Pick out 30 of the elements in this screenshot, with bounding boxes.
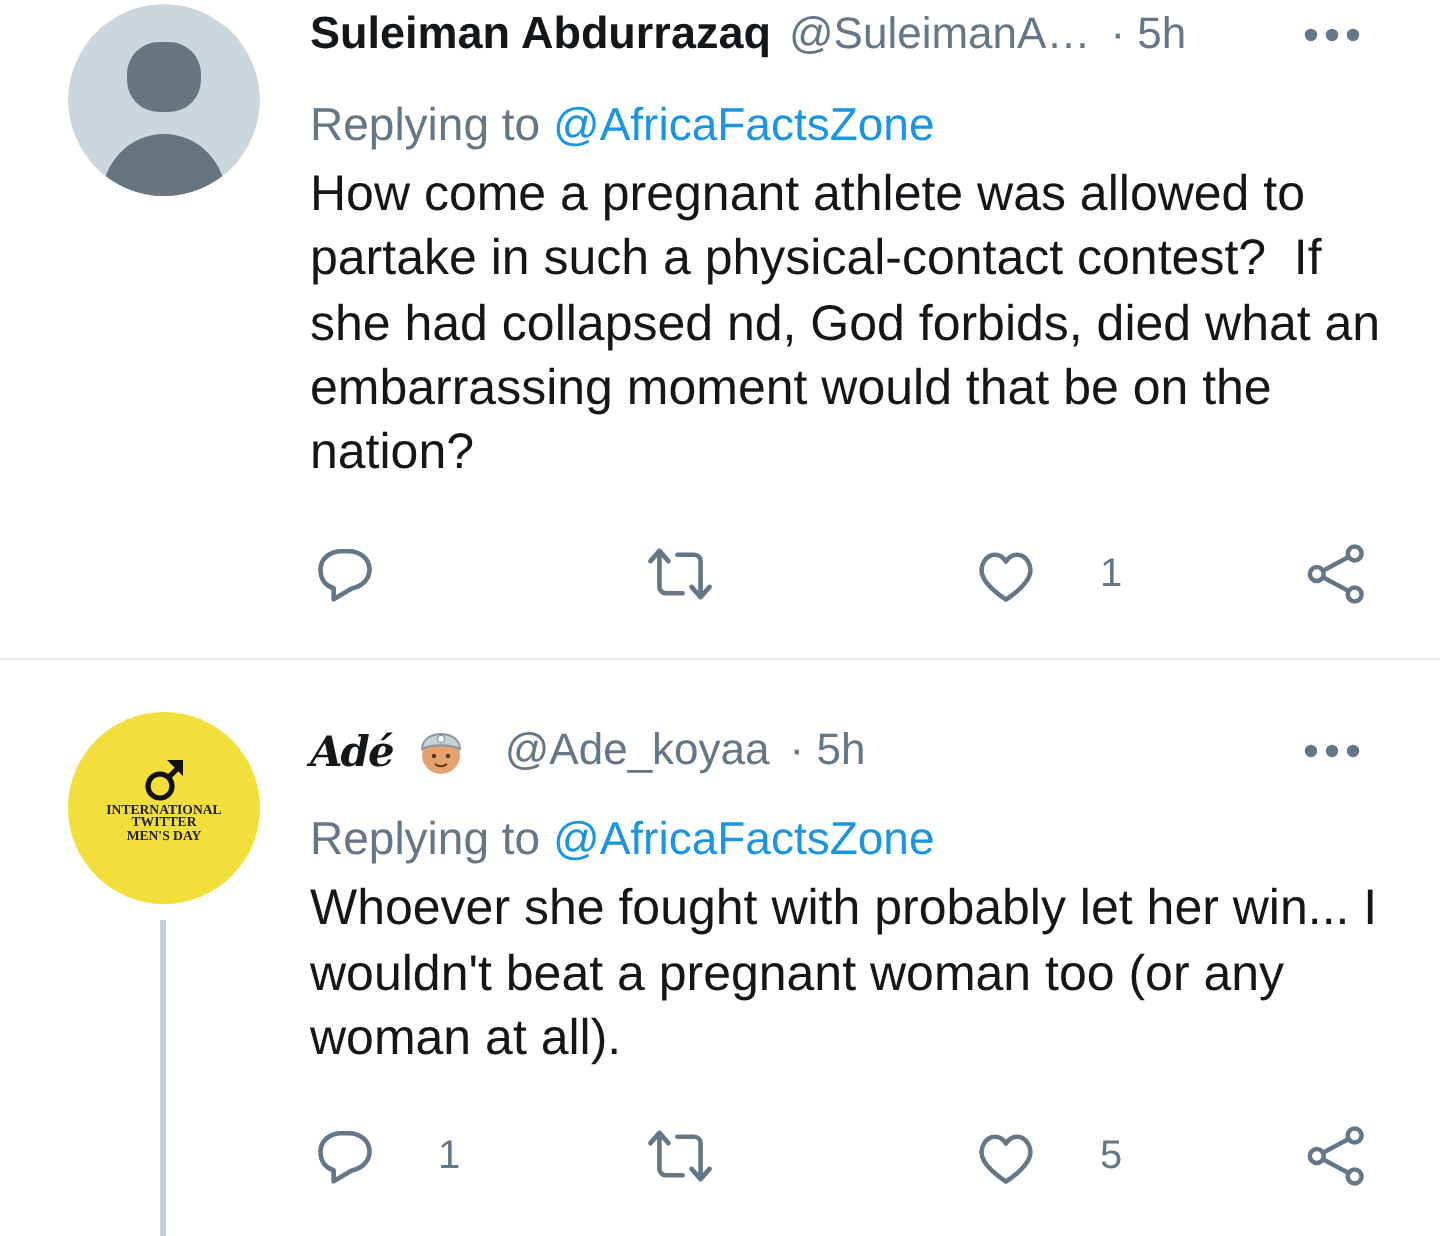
share-button[interactable] — [1304, 542, 1368, 607]
replying-to-text: Replying to @AfricaFactsZone — [310, 810, 937, 869]
retweet-button[interactable] — [644, 544, 716, 605]
display-name[interactable]: Suleiman Abdurrazaq — [310, 8, 771, 60]
reply-text: Whoever she fought with probably let her win... I wouldn't beat a pregnant woman too (or any woman at all). — [310, 878, 1380, 1071]
more-options-icon[interactable] — [1304, 743, 1360, 758]
like-button[interactable]: 5 — [974, 1127, 1123, 1186]
retweet-arrows-icon — [644, 1126, 716, 1187]
like-button[interactable]: 1 — [974, 545, 1123, 604]
default-avatar[interactable] — [68, 4, 260, 196]
user-handle[interactable]: @SuleimanA… — [788, 8, 1091, 60]
reply-button[interactable]: 1 — [314, 1125, 461, 1188]
retweet-button[interactable] — [644, 1126, 716, 1187]
more-options-icon[interactable] — [1304, 27, 1360, 41]
mention-link[interactable]: @AfricaFactsZone — [552, 812, 935, 865]
share-icon — [1304, 1124, 1368, 1189]
display-name[interactable]: Adé — [310, 725, 393, 776]
male-symbol-icon — [144, 757, 184, 802]
reply-button[interactable] — [314, 543, 376, 606]
replying-to-text: Replying to @AfricaFactsZone — [310, 96, 937, 154]
share-icon — [1304, 542, 1368, 607]
reply-text: How come a pregnant athlete was allowed to partake in such a physical-contact contest? If she had collapsed nd, God forbids, died what an embarrassing moment would that be on the nation? — [310, 164, 1383, 485]
speech-bubble-icon — [314, 1125, 376, 1188]
speech-bubble-icon — [314, 543, 376, 606]
mention-link[interactable]: @AfricaFactsZone — [552, 98, 935, 150]
user-handle[interactable]: @Ade_koyaa — [504, 724, 770, 777]
retweet-arrows-icon — [644, 544, 716, 605]
share-button[interactable] — [1304, 1124, 1368, 1189]
timestamp: · 5h — [789, 724, 866, 777]
timestamp: · 5h — [1110, 8, 1187, 60]
